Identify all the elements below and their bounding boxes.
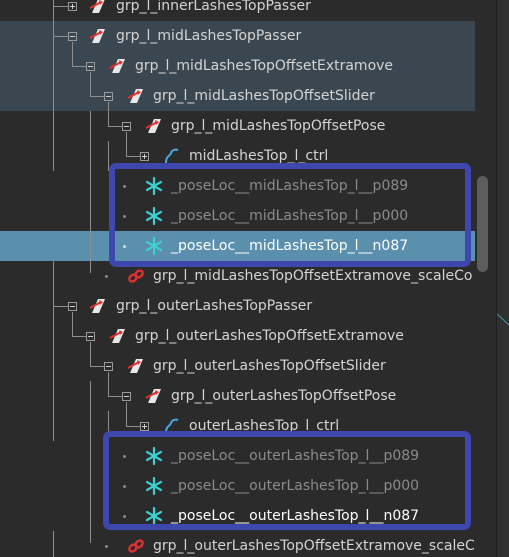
row-label: grp_l_outerLashesTopOffsetSlider xyxy=(153,358,386,374)
collapse-toggle[interactable] xyxy=(104,92,113,101)
collapse-toggle[interactable] xyxy=(68,32,77,41)
collapse-toggle[interactable] xyxy=(86,62,95,71)
row-label: grp_l_midLashesTopPasser xyxy=(116,28,302,44)
scrollbar-thumb[interactable] xyxy=(477,176,488,272)
transform-icon xyxy=(127,89,143,103)
outliner-row[interactable]: grp_l_midLashesTopOffsetPose xyxy=(0,111,475,141)
outliner-panel: grp_l_innerLashesTopPasser grp_l_midLash… xyxy=(0,0,509,557)
outliner-row[interactable]: grp_l_outerLashesTopOffsetSlider xyxy=(0,351,475,381)
transform-icon xyxy=(109,59,125,73)
constraint-icon xyxy=(128,269,144,283)
outliner-row[interactable]: grp_l_outerLashesTopPasser xyxy=(0,291,475,321)
row-label: grp_l_outerLashesTopOffsetExtramove xyxy=(135,328,404,344)
collapse-toggle[interactable] xyxy=(86,332,95,341)
adjacent-panel xyxy=(496,0,509,557)
row-label: grp_l_outerLashesTopOffsetExtramove_scal… xyxy=(153,538,484,554)
transform-icon xyxy=(89,29,105,43)
row-label: grp_l_midLashesTopOffsetPose xyxy=(171,118,386,134)
constraint-icon xyxy=(128,539,144,553)
outliner-row[interactable]: grp_l_outerLashesTopOffsetPose xyxy=(0,381,475,411)
row-label: grp_l_midLashesTopOffsetSlider xyxy=(153,88,375,104)
expand-toggle[interactable] xyxy=(140,422,149,431)
outliner-row[interactable]: grp_l_midLashesTopOffsetExtramove xyxy=(0,51,475,81)
scrollbar-track[interactable] xyxy=(475,0,495,557)
collapse-toggle[interactable] xyxy=(68,302,77,311)
transform-icon xyxy=(145,119,161,133)
highlight-box xyxy=(109,163,471,267)
transform-icon xyxy=(145,389,161,403)
expand-toggle[interactable] xyxy=(68,2,77,11)
transform-icon xyxy=(89,299,105,313)
row-label: grp_l_outerLashesTopPasser xyxy=(116,298,313,314)
collapse-toggle[interactable] xyxy=(122,392,131,401)
row-label: grp_l_midLashesTopOffsetExtramove xyxy=(135,58,394,74)
row-label: grp_l_outerLashesTopOffsetPose xyxy=(171,388,397,404)
outliner-row[interactable]: grp_l_innerLashesTopPasser xyxy=(0,0,475,21)
row-label: grp_l_innerLashesTopPasser xyxy=(116,0,311,14)
collapse-toggle[interactable] xyxy=(104,362,113,371)
expand-toggle[interactable] xyxy=(140,152,149,161)
row-label: grp_l_midLashesTopOffsetExtramove_scaleC… xyxy=(153,268,473,284)
outliner-row[interactable]: grp_l_outerLashesTopOffsetExtramove_scal… xyxy=(0,531,483,557)
highlight-box xyxy=(103,431,471,530)
outliner-row[interactable]: grp_l_midLashesTopPasser xyxy=(0,21,475,51)
outliner-row[interactable]: grp_l_outerLashesTopOffsetExtramove xyxy=(0,321,475,351)
outliner-row[interactable]: grp_l_midLashesTopOffsetSlider xyxy=(0,81,475,111)
transform-icon xyxy=(127,359,143,373)
transform-icon xyxy=(89,0,105,13)
collapse-toggle[interactable] xyxy=(122,122,131,131)
transform-icon xyxy=(109,329,125,343)
viewport-edge-line xyxy=(497,313,509,326)
